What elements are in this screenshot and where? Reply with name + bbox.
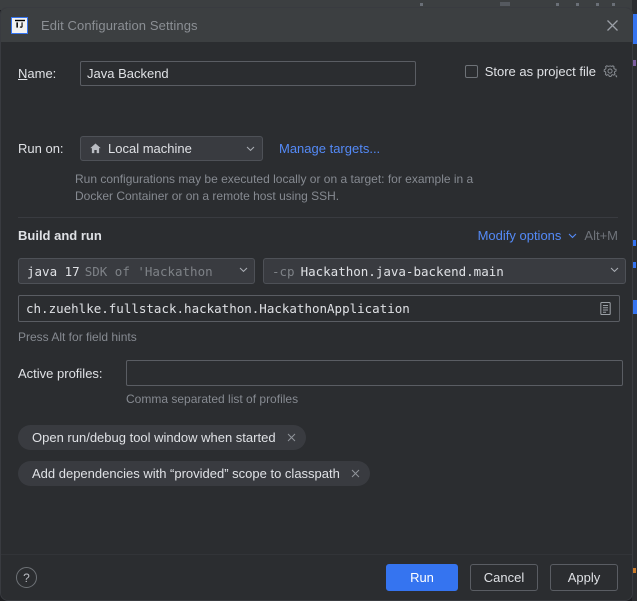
store-as-project-file-label: Store as project file [484,64,596,79]
chevron-down-icon [245,143,256,154]
run-on-hint-text: Run configurations may be executed local… [75,172,474,203]
chevron-down-icon [238,262,249,280]
gear-icon[interactable] [603,64,618,79]
manage-targets-link[interactable]: Manage targets... [279,141,380,156]
run-on-row: Run on: Local machine Manage targets... [18,136,380,161]
apply-button[interactable]: Apply [550,564,618,591]
sdk-primary-value: java 17 [27,263,80,279]
cancel-button[interactable]: Cancel [470,564,538,591]
store-as-project-file-row[interactable]: Store as project file [464,64,618,79]
classpath-module-combobox[interactable]: -cp Hackathon.java-backend.main [263,258,626,284]
intellij-idea-logo-icon [11,16,28,34]
option-chip-label: Add dependencies with “provided” scope t… [32,466,340,481]
help-icon[interactable]: ? [16,567,37,588]
chevron-down-icon[interactable] [567,230,578,241]
close-icon[interactable] [285,431,298,444]
sdk-and-classpath-row: java 17 SDK of 'Hackathon -cp Hackathon.… [18,258,626,284]
name-label: Name: [18,66,80,81]
modify-options-row: Modify options Alt+M [478,228,618,243]
ide-decor-dot [500,2,510,6]
store-as-project-file-checkbox[interactable] [464,65,478,78]
name-label-rest: ame: [27,66,57,81]
ide-decor-dot [556,3,559,6]
build-and-run-section-title: Build and run [18,228,102,243]
chevron-down-icon [609,262,620,280]
modify-options-link[interactable]: Modify options [478,228,562,243]
option-chip-label: Open run/debug tool window when started [32,430,276,445]
dialog-titlebar: Edit Configuration Settings [1,8,632,42]
dialog-content: Name: Store as project file Run on: [1,42,632,556]
run-on-target-combobox[interactable]: Local machine [80,136,263,161]
name-input[interactable] [80,61,416,86]
close-icon[interactable] [349,467,362,480]
active-profiles-input[interactable] [126,360,623,386]
modify-options-shortcut: Alt+M [584,228,618,243]
close-icon[interactable] [601,14,623,36]
classpath-flag-label: -cp [272,263,295,279]
active-profiles-hint: Comma separated list of profiles [126,392,299,406]
jre-sdk-combobox[interactable]: java 17 SDK of 'Hackathon [18,258,255,284]
dialog-footer: ? Run Cancel Apply [1,554,632,600]
option-chip[interactable]: Open run/debug tool window when started [18,425,306,450]
name-row: Name: [18,61,416,86]
list-document-icon[interactable] [592,296,619,321]
run-on-target-value: Local machine [108,141,192,156]
sdk-secondary-value: SDK of 'Hackathon [84,263,213,279]
ide-decor-dot [420,3,423,6]
ide-accent-marker [633,14,637,44]
ide-decor-dot [576,3,579,6]
run-on-label: Run on: [18,141,64,156]
edit-configuration-settings-dialog: Edit Configuration Settings Name: Store … [0,7,633,601]
option-chip[interactable]: Add dependencies with “provided” scope t… [18,461,370,486]
home-icon [89,142,102,155]
active-profiles-row: Active profiles: [18,360,623,386]
name-label-mnemonic: N [18,66,28,81]
section-divider [18,217,618,218]
dialog-title: Edit Configuration Settings [41,17,198,33]
run-button[interactable]: Run [386,564,458,591]
main-class-field-wrapper [18,295,620,322]
ide-decor-dot [612,3,615,6]
main-class-input[interactable] [26,296,592,321]
active-profiles-label: Active profiles: [18,365,103,381]
alt-field-hints-text: Press Alt for field hints [18,330,137,344]
ide-decor-dot [596,3,599,6]
help-button-label: ? [23,570,30,585]
classpath-module-value: Hackathon.java-backend.main [300,263,504,279]
ide-accent-marker [633,300,637,314]
